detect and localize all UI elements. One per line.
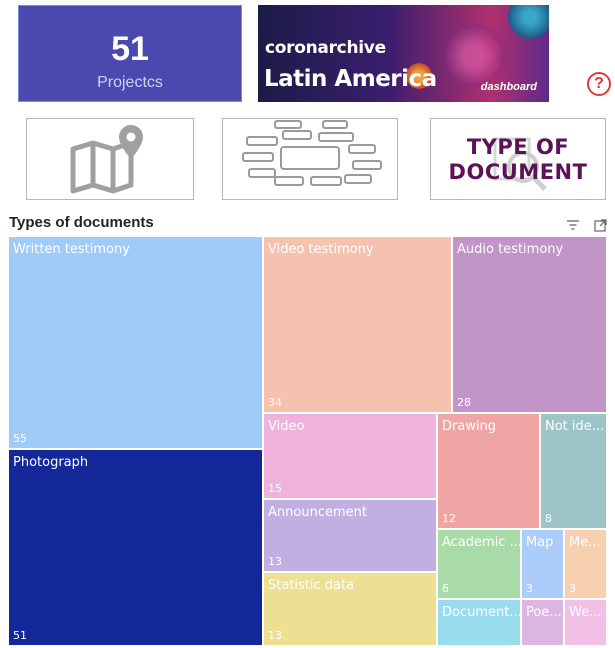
treemap-cell-value: 28: [457, 396, 471, 409]
treemap-cell-value: 12: [442, 512, 456, 525]
document-type-button[interactable]: TYPE OF DOCUMENT: [430, 118, 606, 200]
treemap-cell-value: 51: [13, 629, 27, 642]
network-graph-icon: [242, 120, 382, 186]
treemap-cell-value: 8: [545, 512, 552, 525]
treemap-cell[interactable]: Photograph 51: [9, 450, 264, 647]
treemap-cell-value: 55: [13, 432, 27, 445]
treemap-cell[interactable]: Poe...: [522, 600, 565, 647]
treemap-cell[interactable]: Map 3: [522, 530, 565, 600]
banner-title: Latin America: [264, 66, 437, 92]
treemap-cell-label: Audio testimony: [457, 242, 564, 257]
treemap-cell-value: 6: [442, 582, 449, 595]
treemap-cell-label: Video testimony: [268, 242, 374, 257]
treemap-title: Types of documents: [9, 214, 154, 231]
map-pin-icon: [70, 125, 143, 194]
treemap-cell-value: 15: [268, 482, 282, 495]
document-type-line1: TYPE OF: [466, 135, 570, 159]
focus-mode-icon[interactable]: [594, 219, 607, 232]
treemap-cell-label: Map: [526, 535, 554, 550]
treemap-cell-label: Academic ...: [442, 535, 522, 550]
treemap-cell[interactable]: Academic ... 6: [438, 530, 522, 600]
treemap-cell-label: Photograph: [13, 455, 89, 470]
projects-count: 51: [111, 30, 149, 68]
banner-subtitle: coronarchive: [265, 38, 386, 58]
filter-icon[interactable]: [566, 219, 580, 231]
treemap-cell-value: 34: [268, 396, 282, 409]
treemap-cell-label: Video: [268, 419, 305, 434]
treemap-cell[interactable]: Me... 3: [565, 530, 608, 600]
network-view-button[interactable]: [222, 118, 398, 200]
treemap-cell[interactable]: Drawing 12: [438, 414, 541, 530]
projects-kpi-card: 51 Projectcs: [18, 5, 242, 102]
coronarchive-banner: coronarchive Latin America dashboard: [258, 5, 549, 102]
document-types-treemap: Written testimony 55 Photograph 51 Video tes…: [9, 237, 608, 647]
treemap-cell-label: Document...: [442, 605, 522, 620]
treemap-cell-value: 3: [569, 582, 576, 595]
treemap-cell[interactable]: Not ide... 8: [541, 414, 608, 530]
treemap-cell[interactable]: Document...: [438, 600, 522, 647]
treemap-cell[interactable]: Statistic data 13: [264, 573, 438, 647]
treemap-cell-label: Me...: [569, 535, 601, 550]
treemap-cell[interactable]: Video 15: [264, 414, 438, 500]
treemap-cell[interactable]: Video testimony 34: [264, 237, 453, 414]
treemap-cell-value: 13: [268, 629, 282, 642]
treemap-cell[interactable]: Announcement 13: [264, 500, 438, 573]
treemap-cell[interactable]: Audio testimony 28: [453, 237, 608, 414]
treemap-cell-label: We...: [569, 605, 602, 620]
treemap-cell[interactable]: Written testimony 55: [9, 237, 264, 450]
treemap-cell[interactable]: We...: [565, 600, 608, 647]
treemap-cell-label: Written testimony: [13, 242, 130, 257]
virus-decoration: [508, 5, 549, 39]
treemap-cell-label: Poe...: [526, 605, 562, 620]
document-type-label: TYPE OF DOCUMENT: [431, 135, 605, 185]
treemap-cell-label: Statistic data: [268, 578, 355, 593]
document-type-line2: DOCUMENT: [448, 160, 588, 184]
map-view-button[interactable]: [26, 118, 194, 200]
treemap-cell-value: 3: [526, 582, 533, 595]
help-icon[interactable]: ?: [587, 72, 611, 96]
treemap-cell-label: Not ide...: [545, 419, 605, 434]
projects-label: Projectcs: [97, 74, 163, 91]
treemap-cell-label: Announcement: [268, 505, 367, 520]
banner-tag: dashboard: [480, 81, 537, 93]
treemap-cell-value: 13: [268, 555, 282, 568]
treemap-cell-label: Drawing: [442, 419, 497, 434]
